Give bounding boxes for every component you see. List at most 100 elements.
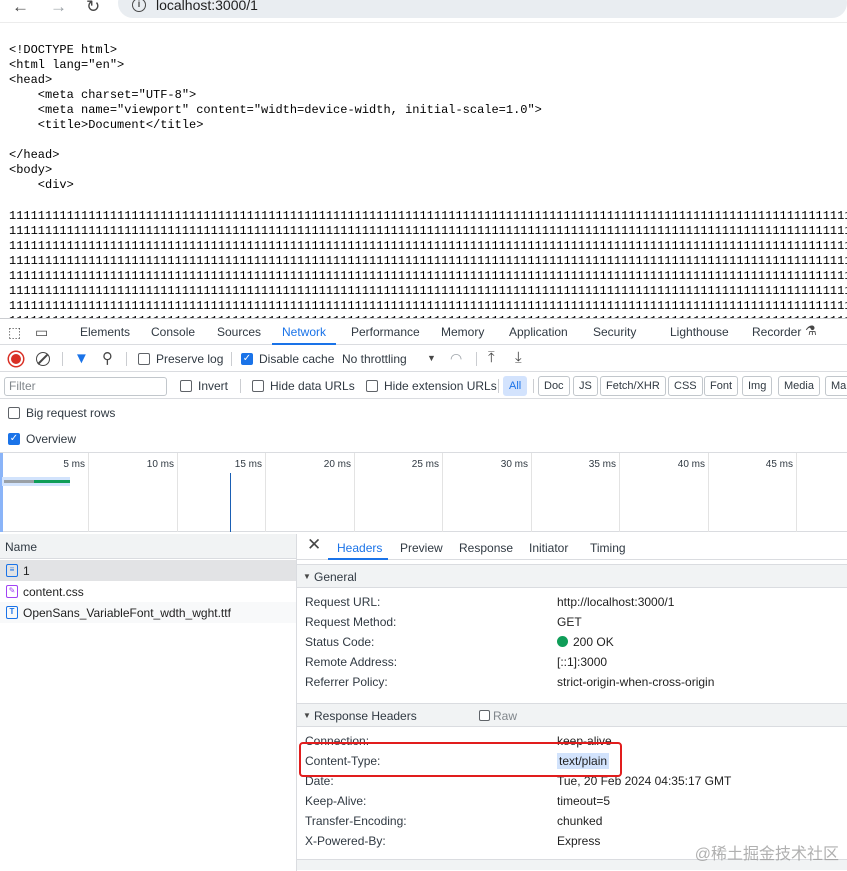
import-har-icon[interactable]: ⤒	[488, 349, 495, 366]
request-name[interactable]: OpenSans_VariableFont_wdth_wght.ttf	[23, 606, 231, 620]
page-content: <!DOCTYPE html> <html lang="en"> <head> …	[0, 22, 847, 318]
address-bar[interactable]: i localhost:3000/1	[118, 0, 847, 18]
throttling-select[interactable]: No throttling	[342, 352, 407, 366]
network-conditions-icon[interactable]: ◠	[450, 350, 462, 367]
tab-preview[interactable]: Preview	[400, 541, 443, 555]
general-section-header[interactable]: ▼ General	[297, 564, 847, 588]
tab-network[interactable]: Network	[282, 325, 326, 339]
type-filter-manifest[interactable]: Ma	[825, 376, 847, 396]
request-list: Name ≡ 1 ✎ content.css T OpenSans_Variab…	[0, 534, 297, 871]
tab-recorder[interactable]: Recorder	[752, 325, 801, 339]
header-key: Request Method:	[305, 615, 396, 629]
big-request-rows-label[interactable]: Big request rows	[26, 406, 115, 420]
url-text[interactable]: localhost:3000/1	[156, 0, 258, 13]
disable-cache-label[interactable]: Disable cache	[259, 352, 334, 366]
name-column-header[interactable]: Name	[5, 540, 37, 554]
stylesheet-icon: ✎	[6, 585, 18, 598]
request-name[interactable]: 1	[23, 564, 30, 578]
request-row[interactable]: ✎ content.css	[0, 581, 296, 602]
back-arrow-icon[interactable]: ←	[12, 0, 29, 17]
type-filter-fetch-xhr[interactable]: Fetch/XHR	[600, 376, 666, 396]
tab-security[interactable]: Security	[593, 325, 636, 339]
toolbar-divider	[231, 352, 232, 366]
type-filter-font[interactable]: Font	[704, 376, 738, 396]
timeline-tick-label: 25 ms	[412, 459, 439, 470]
status-code-value: 200 OK	[557, 635, 614, 649]
overview-checkbox[interactable]: ✓	[8, 433, 20, 445]
header-value: chunked	[557, 814, 602, 828]
big-request-rows-checkbox[interactable]	[8, 407, 20, 419]
request-name[interactable]: content.css	[23, 585, 84, 599]
expand-triangle-icon[interactable]: ▼	[303, 572, 311, 581]
preserve-log-label[interactable]: Preserve log	[156, 352, 223, 366]
request-list-header[interactable]: Name	[0, 534, 296, 559]
header-value: http://localhost:3000/1	[557, 595, 674, 609]
type-filter-js[interactable]: JS	[573, 376, 598, 396]
section-title[interactable]: Response Headers	[314, 709, 417, 723]
record-icon[interactable]	[9, 352, 23, 366]
toolbar-divider	[240, 379, 241, 393]
reload-icon[interactable]: ↻	[86, 0, 100, 17]
close-icon[interactable]: ✕	[307, 535, 321, 555]
raw-checkbox[interactable]	[479, 710, 490, 721]
tab-memory[interactable]: Memory	[441, 325, 484, 339]
filter-input[interactable]: Filter	[4, 377, 167, 396]
raw-label[interactable]: Raw	[493, 709, 517, 723]
font-icon: T	[6, 606, 18, 619]
expand-triangle-icon[interactable]: ▼	[303, 711, 311, 720]
tab-application[interactable]: Application	[509, 325, 568, 339]
type-filter-img[interactable]: Img	[742, 376, 772, 396]
response-headers-section-header[interactable]: ▼ Response Headers Raw	[297, 703, 847, 727]
tab-sources[interactable]: Sources	[217, 325, 261, 339]
toolbar-divider	[126, 352, 127, 366]
section-title[interactable]: General	[314, 570, 357, 584]
inspect-element-icon[interactable]: ⬚	[8, 324, 21, 341]
toolbar-divider	[498, 379, 499, 393]
tab-initiator[interactable]: Initiator	[529, 541, 568, 555]
invert-label[interactable]: Invert	[198, 379, 228, 393]
timeline-tick-label: 45 ms	[766, 459, 793, 470]
header-key: Remote Address:	[305, 655, 397, 669]
tab-lighthouse[interactable]: Lighthouse	[670, 325, 729, 339]
tab-headers[interactable]: Headers	[337, 541, 382, 555]
type-filter-media[interactable]: Media	[778, 376, 820, 396]
type-filter-all[interactable]: All	[503, 376, 527, 396]
page-ones-text: 1111111111111111111111111111111111111111…	[9, 209, 847, 318]
timeline-selection-handle[interactable]	[0, 453, 3, 532]
tab-timing[interactable]: Timing	[590, 541, 626, 555]
device-toolbar-icon[interactable]: ▭	[35, 324, 48, 341]
type-filter-css[interactable]: CSS	[668, 376, 703, 396]
clear-icon[interactable]	[36, 352, 50, 366]
tab-performance[interactable]: Performance	[351, 325, 420, 339]
site-info-icon[interactable]: i	[132, 0, 146, 12]
forward-arrow-icon[interactable]: →	[50, 0, 67, 17]
overview-timeline[interactable]: 5 ms 10 ms 15 ms 20 ms 25 ms 30 ms 35 ms…	[0, 452, 847, 532]
overview-option-row: ✓ Overview	[0, 426, 847, 452]
invert-checkbox[interactable]	[180, 380, 192, 392]
hide-extension-urls-checkbox[interactable]	[366, 380, 378, 392]
timeline-load-marker	[230, 473, 231, 532]
hide-data-urls-checkbox[interactable]	[252, 380, 264, 392]
request-row[interactable]: T OpenSans_VariableFont_wdth_wght.ttf	[0, 602, 296, 623]
tab-console[interactable]: Console	[151, 325, 195, 339]
timeline-tick-label: 40 ms	[678, 459, 705, 470]
header-value: [::1]:3000	[557, 655, 607, 669]
filter-funnel-icon[interactable]: ▼	[74, 350, 89, 367]
filter-row: Filter Invert Hide data URLs Hide extens…	[0, 373, 847, 399]
request-row[interactable]: ≡ 1	[0, 560, 296, 581]
disable-cache-checkbox[interactable]: ✓	[241, 353, 253, 365]
timeline-grid-column: 25 ms	[355, 453, 443, 532]
hide-extension-urls-label[interactable]: Hide extension URLs	[384, 379, 497, 393]
type-filter-doc[interactable]: Doc	[538, 376, 570, 396]
toolbar-divider	[62, 352, 63, 366]
export-har-icon[interactable]: ⤓	[515, 349, 522, 366]
overview-label[interactable]: Overview	[26, 432, 76, 446]
header-value: timeout=5	[557, 794, 610, 808]
tab-response[interactable]: Response	[459, 541, 513, 555]
timeline-grid-column: 5 ms	[0, 453, 89, 532]
hide-data-urls-label[interactable]: Hide data URLs	[270, 379, 355, 393]
tab-elements[interactable]: Elements	[80, 325, 130, 339]
search-icon[interactable]: ⚲	[102, 349, 113, 367]
preserve-log-checkbox[interactable]	[138, 353, 150, 365]
caret-down-icon[interactable]: ▼	[427, 353, 436, 363]
